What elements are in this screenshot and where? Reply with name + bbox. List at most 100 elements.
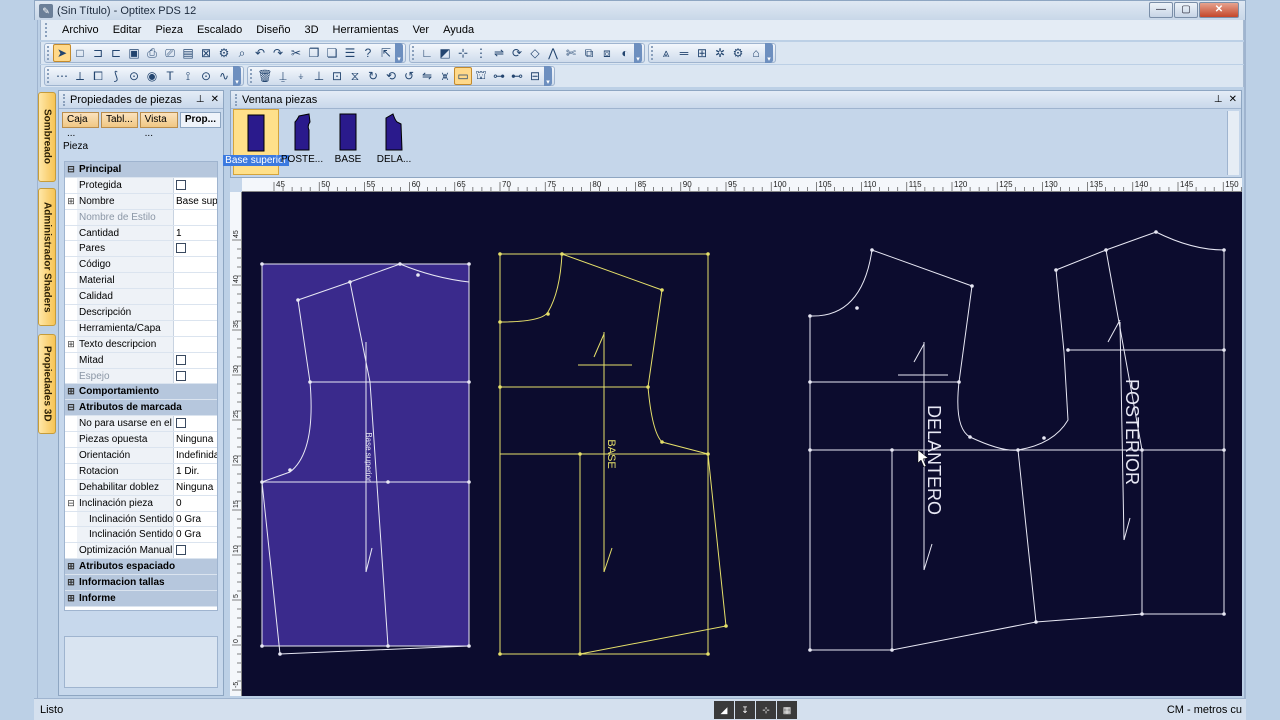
plot-icon[interactable]: ⎚ bbox=[161, 44, 179, 62]
piece-base[interactable]: BASE bbox=[498, 252, 728, 656]
menu-3d[interactable]: 3D bbox=[297, 20, 325, 40]
cut-line-icon[interactable]: ✄ bbox=[562, 44, 580, 62]
panel-grip[interactable] bbox=[63, 93, 66, 106]
property-value[interactable] bbox=[173, 273, 217, 289]
toolbar-grip[interactable] bbox=[47, 69, 50, 83]
property-value[interactable]: 0 Gra bbox=[173, 527, 217, 543]
rotate-piece-icon[interactable]: ⟲ bbox=[382, 67, 400, 85]
toolbar-overflow-icon[interactable]: ▾ bbox=[233, 66, 241, 86]
menubar-grip[interactable] bbox=[45, 23, 49, 37]
move-point-icon[interactable]: ⍖ bbox=[292, 67, 310, 85]
paste-icon[interactable]: ❏ bbox=[323, 44, 341, 62]
menu-archivo[interactable]: Archivo bbox=[55, 20, 106, 40]
property-row[interactable]: ⊞NombreBase supe bbox=[65, 193, 217, 210]
property-row[interactable]: Orientación Indefinida bbox=[65, 448, 217, 464]
property-row[interactable]: Espejo bbox=[65, 368, 217, 385]
expand-icon[interactable]: ⊞ bbox=[65, 194, 77, 209]
property-row[interactable]: No para usarse en el r bbox=[65, 416, 217, 433]
menu-editar[interactable]: Editar bbox=[106, 20, 149, 40]
property-row[interactable]: ⊞ Texto descripcion bbox=[65, 336, 217, 353]
dart-tool-icon[interactable]: ⋀ bbox=[544, 44, 562, 62]
grid-tool-icon[interactable]: ⋮ bbox=[472, 44, 490, 62]
toolbar-grip[interactable] bbox=[47, 46, 50, 60]
add-point-icon[interactable]: ⋯ bbox=[53, 67, 71, 85]
checkbox[interactable] bbox=[176, 243, 186, 254]
piece-base-superior[interactable]: Base superior bbox=[260, 262, 471, 656]
symmetry-icon[interactable]: ⩙ bbox=[436, 67, 454, 85]
checkbox[interactable] bbox=[176, 370, 186, 381]
redo-icon[interactable]: ↷ bbox=[269, 44, 287, 62]
snap-grid-icon[interactable]: ▦ bbox=[777, 700, 797, 719]
property-checkbox[interactable] bbox=[173, 177, 217, 193]
tab-vista[interactable]: Vista ... bbox=[139, 112, 178, 139]
pointer-help-icon[interactable]: ⇱ bbox=[377, 44, 395, 62]
property-category[interactable]: ⊟ Principal bbox=[65, 162, 217, 178]
thumbnails-scrollbar[interactable] bbox=[1227, 111, 1239, 175]
measure-bar-icon[interactable]: ═ bbox=[675, 44, 693, 62]
menu-herramientas[interactable]: Herramientas bbox=[326, 20, 406, 40]
piece-thumb-base[interactable]: BASE bbox=[325, 109, 371, 175]
collapse-icon[interactable]: ⊟ bbox=[65, 162, 77, 177]
property-row[interactable]: Nombre de Estilo bbox=[65, 209, 217, 226]
property-value[interactable] bbox=[173, 257, 217, 273]
pin-icon[interactable]: ⊥ bbox=[196, 94, 205, 105]
property-value[interactable] bbox=[173, 209, 217, 225]
property-value[interactable] bbox=[173, 336, 217, 352]
rotate-left-icon[interactable]: ↺ bbox=[400, 67, 418, 85]
property-row[interactable]: Optimización Manual bbox=[65, 543, 217, 560]
menu-diseno[interactable]: Diseño bbox=[249, 20, 297, 40]
close-icon[interactable]: ✕ bbox=[1229, 94, 1237, 105]
tab-administrador-shaders[interactable]: Administrador Shaders bbox=[38, 188, 56, 326]
panel-grip[interactable] bbox=[235, 93, 238, 106]
snap-angle-icon[interactable]: ◢ bbox=[714, 700, 734, 719]
property-value[interactable] bbox=[173, 320, 217, 336]
toolbar-overflow-icon[interactable]: ▾ bbox=[544, 66, 552, 86]
property-category[interactable]: ⊞ Comportamiento bbox=[65, 384, 217, 401]
help-icon[interactable]: ? bbox=[359, 44, 377, 62]
copy-icon[interactable]: ❐ bbox=[305, 44, 323, 62]
pen-tool-icon[interactable]: ⟆ bbox=[107, 67, 125, 85]
expand-icon[interactable]: ⊞ bbox=[65, 575, 77, 590]
property-category[interactable]: ⊞ Informe bbox=[65, 591, 217, 607]
property-row[interactable]: Protegida bbox=[65, 177, 217, 194]
cut-icon[interactable]: ✂ bbox=[287, 44, 305, 62]
piece-import-icon[interactable]: ⊷ bbox=[508, 67, 526, 85]
property-value[interactable]: 1 bbox=[173, 225, 217, 241]
tab-sombreado[interactable]: Sombreado bbox=[38, 92, 56, 182]
property-checkbox[interactable] bbox=[173, 352, 217, 368]
ruler-line-icon[interactable]: ∟ bbox=[418, 44, 436, 62]
expand-icon[interactable]: ⊞ bbox=[65, 337, 77, 352]
export-icon[interactable]: ▤ bbox=[179, 44, 197, 62]
text-tool-icon[interactable]: T bbox=[161, 67, 179, 85]
property-checkbox[interactable] bbox=[173, 543, 217, 559]
property-category[interactable]: ⊟ Atributos de marcada bbox=[65, 400, 217, 417]
close-button[interactable]: ✕ bbox=[1199, 2, 1239, 18]
menu-pieza[interactable]: Pieza bbox=[148, 20, 190, 40]
piece-export-icon[interactable]: ⊶ bbox=[490, 67, 508, 85]
property-row[interactable]: Código bbox=[65, 257, 217, 274]
open-file-icon[interactable]: ⊏ bbox=[107, 44, 125, 62]
piece-delantero-posterior[interactable]: DELANTERO POSTERIOR bbox=[808, 230, 1226, 652]
pattern-workspace[interactable]: Base superior BASE DELANTERO POSTERIOR bbox=[242, 192, 1242, 696]
tab-propiedades-3d[interactable]: Propiedades 3D bbox=[38, 334, 56, 434]
tool-settings-icon[interactable]: ⚙ bbox=[215, 44, 233, 62]
add-curve-point-icon[interactable]: ⟂ bbox=[71, 67, 89, 85]
wave-tool-icon[interactable]: ∿ bbox=[215, 67, 233, 85]
property-row[interactable]: Pares bbox=[65, 241, 217, 258]
box-select-icon[interactable]: ⊡ bbox=[328, 67, 346, 85]
property-row[interactable]: Descripción bbox=[65, 305, 217, 321]
property-row[interactable]: Inclinación Sentido 0 Gra bbox=[65, 527, 217, 544]
property-category[interactable]: ⊞ Atributos espaciado bbox=[65, 559, 217, 576]
delete-icon[interactable]: 🗑 bbox=[256, 67, 274, 85]
circle-point-icon[interactable]: ⊙ bbox=[125, 67, 143, 85]
green-diagonal-icon[interactable]: ◩ bbox=[436, 44, 454, 62]
properties-icon[interactable]: ☰ bbox=[341, 44, 359, 62]
property-row[interactable]: Dehabilitar doblez Ninguna bbox=[65, 479, 217, 496]
close-icon[interactable]: ✕ bbox=[211, 94, 219, 105]
save-icon[interactable]: ▣ bbox=[125, 44, 143, 62]
menu-ver[interactable]: Ver bbox=[406, 20, 437, 40]
toolbar-grip[interactable] bbox=[651, 46, 654, 60]
property-checkbox[interactable] bbox=[173, 241, 217, 257]
notch-tool-icon[interactable]: ◇ bbox=[526, 44, 544, 62]
property-value[interactable] bbox=[173, 305, 217, 320]
